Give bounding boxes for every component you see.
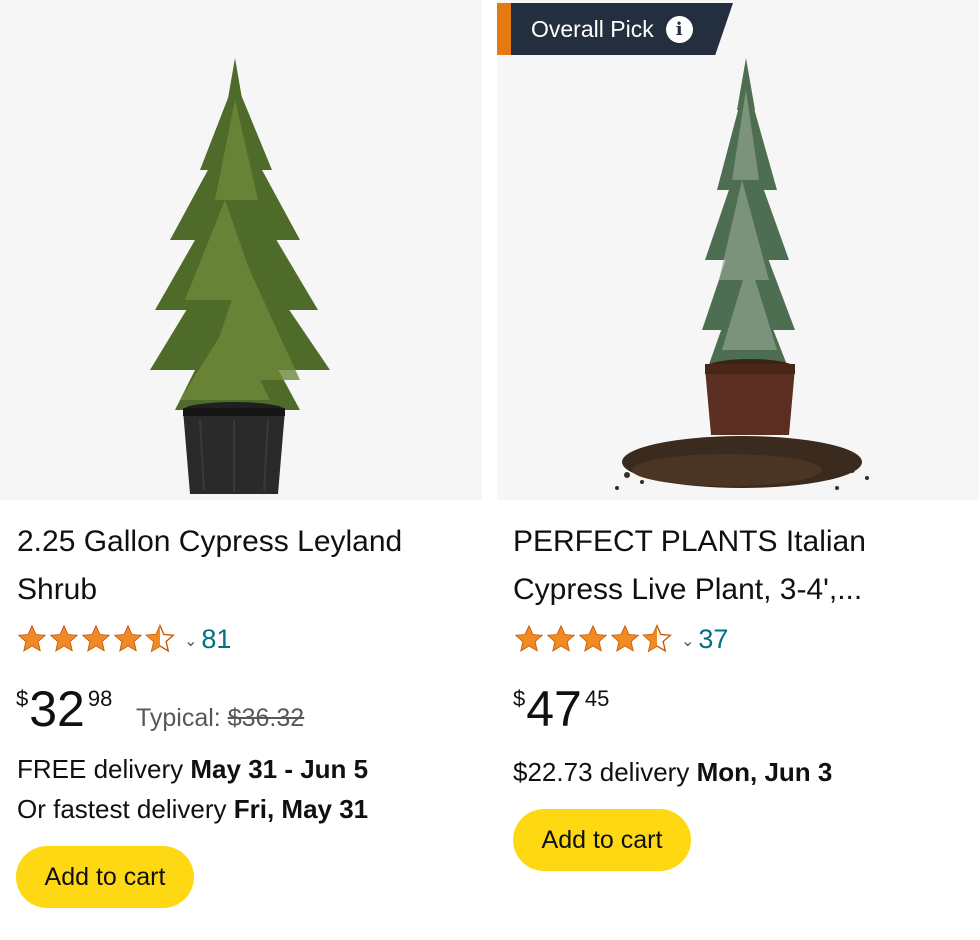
star-full-icon <box>81 624 111 652</box>
product-image-1[interactable] <box>0 0 482 500</box>
delivery-date: Mon, Jun 3 <box>696 757 833 787</box>
product-title-2[interactable]: PERFECT PLANTS Italian Cypress Live Plan… <box>513 518 968 614</box>
price-fraction: 98 <box>87 686 113 711</box>
delivery-date: May 31 - Jun 5 <box>190 754 369 784</box>
star-rating-1[interactable] <box>16 623 176 655</box>
star-full-icon <box>514 624 544 652</box>
product-image-2[interactable]: Overall Pick i <box>497 0 979 500</box>
star-full-icon <box>546 624 576 652</box>
price-whole: 32 <box>29 681 85 737</box>
star-half-icon <box>145 624 175 653</box>
info-icon[interactable]: i <box>665 15 693 43</box>
overall-pick-badge[interactable]: Overall Pick i <box>497 3 733 55</box>
star-rating-2[interactable] <box>513 623 673 655</box>
review-count-2[interactable]: 37 <box>698 624 728 655</box>
delivery-info-2: $22.73 delivery Mon, Jun 3 <box>513 757 832 788</box>
fastest-delivery-info-1: Or fastest delivery Fri, May 31 <box>17 794 368 825</box>
chevron-down-icon[interactable]: ⌄ <box>184 631 197 651</box>
fastest-delivery-prefix: Or fastest delivery <box>17 794 227 824</box>
star-half-icon <box>642 624 672 653</box>
badge-label: Overall Pick <box>531 15 654 42</box>
price-symbol: $ <box>16 686 29 711</box>
price-fraction: 45 <box>584 686 610 711</box>
star-full-icon <box>578 624 608 652</box>
add-to-cart-button-2[interactable]: Add to cart <box>513 809 691 871</box>
price-whole: 47 <box>526 681 582 737</box>
delivery-prefix: $22.73 delivery <box>513 757 690 787</box>
star-full-icon <box>17 624 47 652</box>
fastest-delivery-date: Fri, May 31 <box>233 794 369 824</box>
badge-accent <box>497 3 511 55</box>
star-full-icon <box>113 624 143 652</box>
price-1: $ 32 98 <box>16 680 112 738</box>
chevron-down-icon[interactable]: ⌄ <box>681 631 694 651</box>
price-2: $ 47 45 <box>513 680 609 738</box>
typical-label: Typical: <box>136 704 221 732</box>
typical-price: Typical: $36.32 <box>136 704 304 733</box>
star-full-icon <box>610 624 640 652</box>
review-count-1[interactable]: 81 <box>201 624 231 655</box>
typical-price-value: $36.32 <box>227 704 305 732</box>
star-full-icon <box>49 624 79 652</box>
italian-cypress-image <box>615 58 869 490</box>
delivery-prefix: FREE delivery <box>17 754 184 784</box>
delivery-info-1: FREE delivery May 31 - Jun 5 <box>17 754 368 785</box>
product-card-2: Overall Pick i PERFECT PLANTS Italian Cy… <box>497 0 979 940</box>
add-to-cart-button-1[interactable]: Add to cart <box>16 846 194 908</box>
product-title-1[interactable]: 2.25 Gallon Cypress Leyland Shrub <box>17 518 457 614</box>
price-symbol: $ <box>513 686 526 711</box>
badge-body: Overall Pick i <box>511 3 733 55</box>
rating-2[interactable]: ⌄ 37 <box>513 620 728 658</box>
leyland-cypress-image <box>150 58 330 494</box>
rating-1[interactable]: ⌄ 81 <box>16 620 231 658</box>
product-card-1: 2.25 Gallon Cypress Leyland Shrub ⌄ 81 $… <box>0 0 482 940</box>
